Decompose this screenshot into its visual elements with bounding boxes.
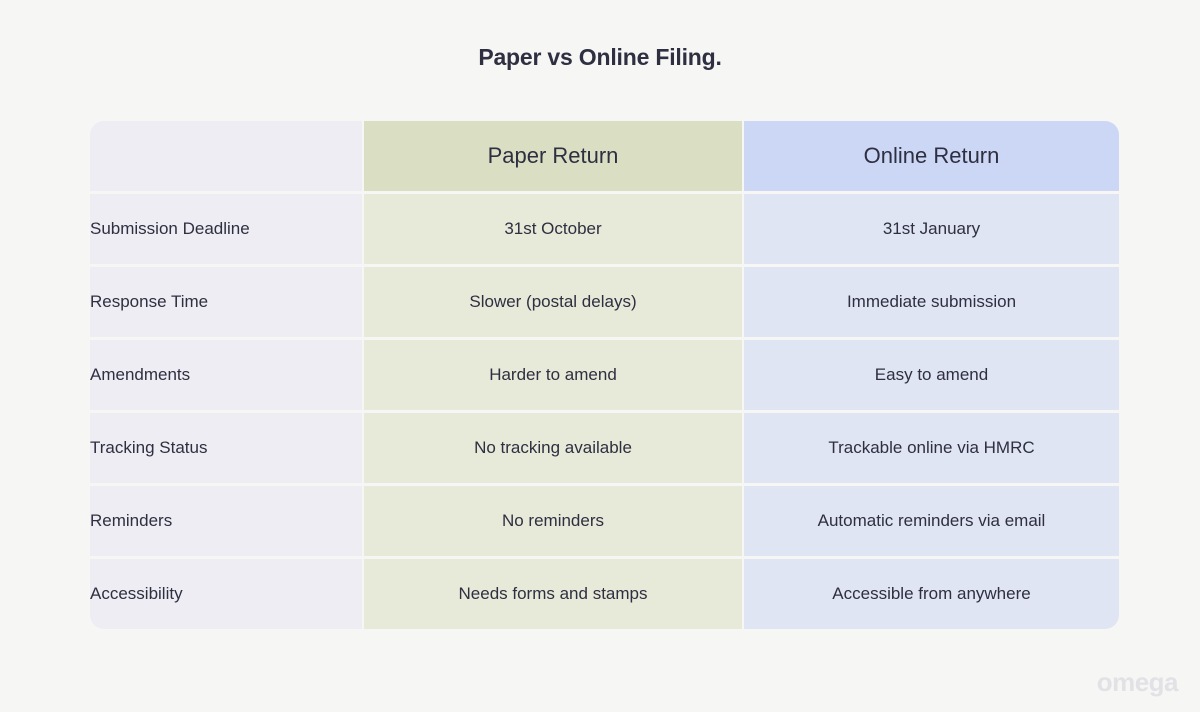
online-return-cell: Easy to amend [744,340,1119,410]
table-row: Reminders No reminders Automatic reminders… [90,486,1119,556]
page-title: Paper vs Online Filing. [478,44,722,70]
header-cell-blank [90,121,362,191]
header-cell-online-return: Online Return [744,121,1119,191]
online-return-cell: Trackable online via HMRC [744,413,1119,483]
row-label-cell: Tracking Status [90,413,362,483]
table-row: Submission Deadline 31st October 31st Janu… [90,194,1119,264]
row-label-cell: Response Time [90,267,362,337]
row-label-cell: Accessibility [90,559,362,629]
online-return-cell: 31st January [744,194,1119,264]
row-label-cell: Amendments [90,340,362,410]
table-header-row: Paper Return Online Return [90,121,1119,191]
omega-watermark: omega [1096,667,1179,697]
paper-return-cell: Harder to amend [364,340,742,410]
online-return-cell: Accessible from anywhere [744,559,1119,629]
paper-return-cell: No reminders [364,486,742,556]
online-return-cell: Automatic reminders via email [744,486,1119,556]
table-header: Paper Return Online Return [90,121,1119,191]
table-body: Submission Deadline 31st October 31st Janu… [90,194,1119,629]
row-label-cell: Submission Deadline [90,194,362,264]
table-row: Response Time Slower (postal delays) Immed… [90,267,1119,337]
comparison-table-wrapper: Paper Return Online Return Submission De… [88,118,1119,632]
paper-return-cell: Slower (postal delays) [364,267,742,337]
table-row: Amendments Harder to amend Easy to amend [90,340,1119,410]
table-row: Accessibility Needs forms and stamps Acces… [90,559,1119,629]
row-label-cell: Reminders [90,486,362,556]
comparison-table: Paper Return Online Return Submission De… [88,118,1121,632]
header-cell-paper-return: Paper Return [364,121,742,191]
paper-return-cell: 31st October [364,194,742,264]
table-row: Tracking Status No tracking available Trac… [90,413,1119,483]
comparison-page: Paper vs Online Filing. Paper Return Onl… [0,0,1200,712]
paper-return-cell: No tracking available [364,413,742,483]
online-return-cell: Immediate submission [744,267,1119,337]
paper-return-cell: Needs forms and stamps [364,559,742,629]
